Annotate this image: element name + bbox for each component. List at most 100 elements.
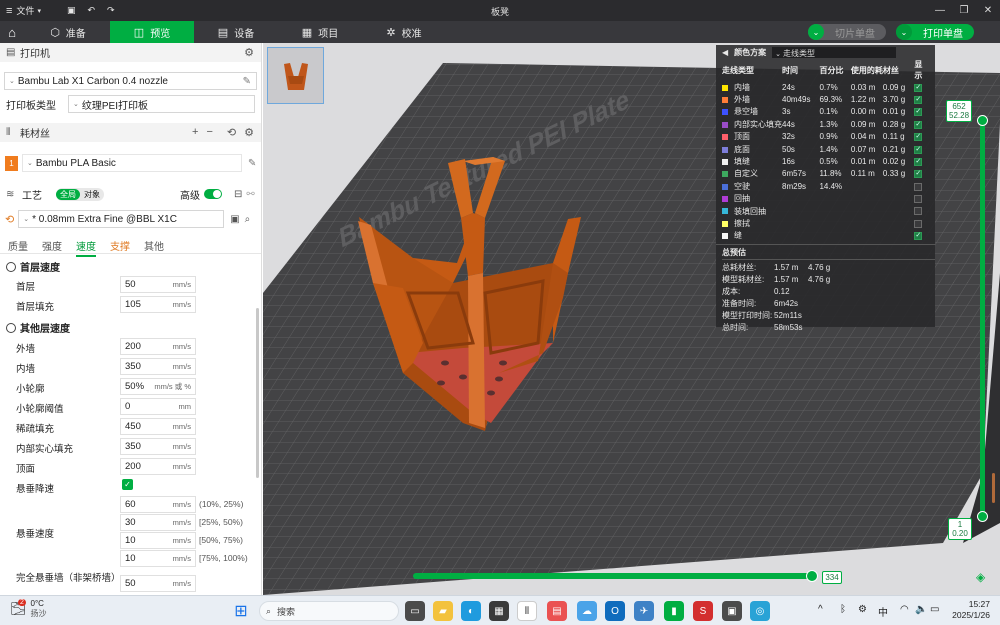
chevron-down-icon[interactable]: ⌄ [808,24,824,40]
close-button[interactable]: ✕ [976,0,1000,21]
color-scheme-select[interactable]: ⌄ 走线类型 [772,46,897,58]
inner-wall-input[interactable]: 350 mm/s [120,358,196,375]
outer-wall-input[interactable]: 200 mm/s [120,338,196,355]
legend-show-checkbox[interactable] [914,232,923,241]
legend-show-checkbox[interactable] [914,133,923,142]
app-window-icon[interactable]: ▣ [722,601,742,621]
layer-slider-bottom-handle[interactable] [977,511,988,522]
undo-icon[interactable]: ↶ [81,0,101,21]
top-surface-input[interactable]: 200 mm/s [120,458,196,475]
first-layer-input[interactable]: 50 mm/s [120,276,196,293]
wifi-icon[interactable]: ◠ [900,604,909,615]
move-slider[interactable] [413,570,818,582]
file-menu[interactable]: ≡ 文件 ▾ [0,0,47,21]
tray-settings-icon[interactable]: ⚙ [858,604,867,615]
gear-icon[interactable]: ⚙ [244,46,254,59]
pin-app-icon[interactable]: ✈ [634,601,654,621]
weather-widget[interactable]: 🌫 2 0°C 扬沙 [10,599,47,619]
edge-icon[interactable]: ◐ [461,601,481,621]
bambu-studio-icon[interactable]: ▮ [664,601,684,621]
volume-icon[interactable]: 🔈 [915,604,927,615]
sync-icon[interactable]: ⟲ [227,126,236,139]
internal-solid-infill-input[interactable]: 350 mm/s [120,438,196,455]
plate-thumbnail[interactable] [267,47,324,104]
legend-show-checkbox[interactable] [914,95,923,104]
scope-object[interactable]: 对象 [80,189,104,200]
printer-select[interactable]: ⌄ Bambu Lab X1 Carbon 0.4 nozzle ✎ [4,72,257,90]
tab-project[interactable]: ▦ 项目 [278,21,362,43]
subtab-speed[interactable]: 速度 [76,238,96,257]
overhang-slowdown-checkbox[interactable]: ✓ [122,479,133,490]
home-button[interactable]: ⌂ [0,21,24,43]
sparse-infill-input[interactable]: 450 mm/s [120,418,196,435]
minimize-button[interactable]: — [928,0,952,21]
stats-app-icon[interactable]: ⦀ [517,601,537,621]
redo-icon[interactable]: ↷ [101,0,121,21]
legend-show-checkbox[interactable] [914,145,923,154]
legend-show-checkbox[interactable] [914,170,923,179]
clock[interactable]: 15:27 2025/1/26 [950,599,990,621]
move-slider-handle[interactable] [806,570,818,582]
legend-show-checkbox[interactable] [914,83,923,92]
subtab-strength[interactable]: 强度 [42,238,62,257]
solidworks-icon[interactable]: S [693,601,713,621]
print-plate-button[interactable]: ⌄ 打印单盘 [896,24,974,40]
first-layer-infill-input[interactable]: 105 mm/s [120,296,196,313]
edit-icon[interactable]: ✎ [248,158,256,169]
cloud-icon[interactable]: ☁ [577,601,597,621]
search-box[interactable]: ⌕ 搜索 [259,601,399,621]
legend-show-checkbox[interactable] [914,157,923,166]
tab-device[interactable]: ▤ 设备 [194,21,278,43]
remove-icon[interactable]: − [206,126,212,139]
windows-start-icon[interactable]: ⊞ [231,601,251,621]
slice-plate-button[interactable]: ⌄ 切片单盘 [808,24,886,40]
tab-preview[interactable]: ◫ 预览 [110,21,194,43]
layer-slider-top-handle[interactable] [977,115,988,126]
collapse-icon[interactable]: ◀ [722,48,728,57]
save-icon[interactable]: ▣ [61,0,82,21]
small-perimeter-input[interactable]: 50% mm/s 或 % [120,378,196,395]
legend-show-checkbox[interactable] [914,182,923,191]
legend-show-checkbox[interactable] [914,219,923,228]
app-icon[interactable]: ▦ [489,601,509,621]
small-perimeter-threshold-input[interactable]: 0 mm [120,398,196,415]
outlook-icon[interactable]: O [605,601,625,621]
settings-scrollbar[interactable] [256,308,259,478]
search-icon[interactable]: ⌕ [245,214,251,225]
ring-app-icon[interactable]: ◎ [750,601,770,621]
process-preset-select[interactable]: ⌄ * 0.08mm Extra Fine @BBL X1C [18,210,225,228]
grid-app-icon[interactable]: ▤ [547,601,567,621]
gear-icon[interactable]: ⚙ [244,126,254,139]
reset-icon[interactable]: ⟲ [5,213,14,226]
filament-color-swatch[interactable]: 1 [5,155,18,171]
overhang-speed-input-2[interactable]: 30 mm/s [120,514,196,531]
plate-type-select[interactable]: ⌄ 纹理PEI打印板 [68,95,255,113]
legend-show-checkbox[interactable] [914,108,923,117]
maximize-button[interactable]: ❐ [952,0,976,21]
file-explorer-icon[interactable]: ▰ [433,601,453,621]
layer-slider[interactable] [975,103,995,573]
tray-chevron-icon[interactable]: ^ [818,604,823,615]
overhang-speed-input-4[interactable]: 10 mm/s [120,550,196,567]
advanced-toggle[interactable] [204,189,222,199]
subtab-quality[interactable]: 质量 [8,238,28,257]
compare-icon[interactable]: ⊟ [234,189,242,200]
compare-toggle-icon[interactable]: ⚯ [246,189,254,200]
bluetooth-icon[interactable]: ᛒ [840,604,846,615]
subtab-others[interactable]: 其他 [144,238,164,257]
tab-calibrate[interactable]: ✲ 校准 [362,21,446,43]
scope-toggle[interactable]: 全局 对象 [56,187,104,201]
task-view-icon[interactable]: ▭ [405,601,425,621]
overhang-speed-input-3[interactable]: 10 mm/s [120,532,196,549]
add-icon[interactable]: + [192,126,198,139]
edit-icon[interactable]: ✎ [243,76,251,87]
scope-global[interactable]: 全局 [56,188,80,200]
legend-show-checkbox[interactable] [914,120,923,129]
save-preset-icon[interactable]: ▣ [230,214,239,225]
tab-prepare[interactable]: ⬡ 准备 [26,21,110,43]
filament-select[interactable]: ⌄ Bambu PLA Basic [22,154,242,172]
chevron-down-icon[interactable]: ⌄ [896,24,912,40]
legend-show-checkbox[interactable] [914,207,923,216]
ime-indicator[interactable]: 中 [878,604,888,619]
layers-icon[interactable]: ◈ [976,570,985,584]
